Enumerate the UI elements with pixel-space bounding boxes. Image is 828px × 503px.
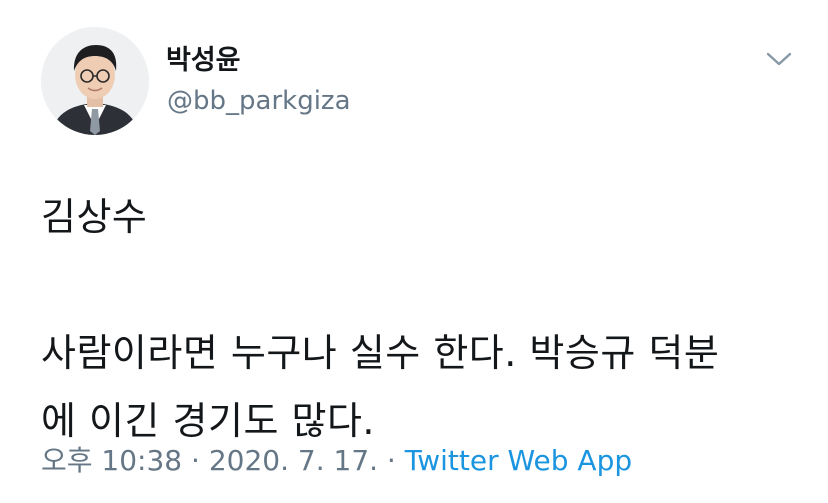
tweet-source-link[interactable]: Twitter Web App (405, 444, 632, 477)
meta-separator: · (182, 444, 209, 477)
meta-separator: · (378, 444, 405, 477)
author-handle[interactable]: @bb_parkgiza (167, 86, 351, 116)
tweet-text: 김상수 사람이라면 누구나 실수 한다. 박승규 덕분 에 이긴 경기도 많다. (41, 195, 720, 443)
tweet-menu-button[interactable] (762, 44, 796, 74)
tweet-meta: 오후 10:38 · 2020. 7. 17. · Twitter Web Ap… (41, 439, 632, 479)
chevron-down-icon (766, 52, 792, 66)
tweet-time[interactable]: 오후 10:38 (41, 444, 182, 477)
author-display-name[interactable]: 박성윤 (166, 38, 241, 77)
tweet-date[interactable]: 2020. 7. 17. (209, 444, 378, 477)
tweet-card: 박성윤 @bb_parkgiza 김상수 사람이라면 누구나 실수 한다. 박승… (0, 0, 828, 503)
avatar-portrait-icon (41, 27, 149, 135)
avatar[interactable] (41, 27, 149, 135)
